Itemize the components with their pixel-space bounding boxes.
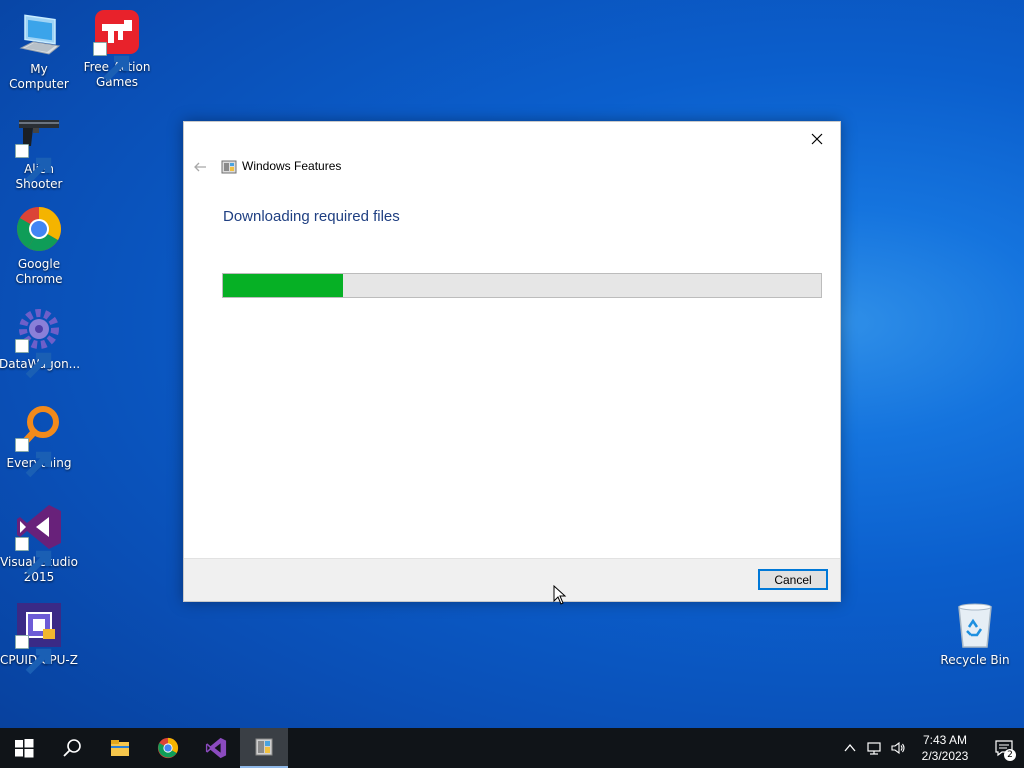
desktop-icon-google-chrome[interactable]: Google Chrome (0, 205, 79, 287)
chevron-up-icon (844, 743, 856, 752)
shortcut-arrow-icon (15, 537, 52, 577)
cancel-button[interactable]: Cancel (758, 569, 828, 590)
shortcut-arrow-icon (15, 339, 52, 379)
back-button[interactable] (192, 159, 208, 175)
windows-features-dialog: Windows Features Downloading required fi… (183, 121, 841, 602)
close-icon (811, 133, 823, 145)
taskbar-windows-features[interactable] (240, 728, 288, 768)
shortcut-arrow-icon (15, 438, 52, 478)
start-button[interactable] (0, 728, 48, 768)
desktop-icon-everything[interactable]: Everything (0, 404, 79, 478)
progress-fill (223, 274, 343, 297)
back-arrow-icon (194, 162, 206, 172)
pistol-icon (15, 110, 63, 184)
volume-button[interactable] (886, 728, 910, 768)
taskbar-clock[interactable]: 7:43 AM 2/3/2023 (914, 732, 976, 764)
volume-icon (891, 741, 905, 755)
taskbar-search-button[interactable] (48, 728, 96, 768)
magnifier-icon (15, 404, 63, 478)
dialog-title: Windows Features (242, 159, 342, 173)
desktop-icon-my-computer[interactable]: My Computer (0, 10, 79, 92)
desktop-icon-free-action-games[interactable]: Free Action Games (77, 8, 157, 90)
taskbar-chrome[interactable] (144, 728, 192, 768)
notification-count-badge: 2 (1004, 749, 1016, 761)
cpu-icon (15, 601, 63, 675)
desktop-icon-recycle-bin[interactable]: Recycle Bin (935, 601, 1015, 668)
network-button[interactable] (862, 728, 886, 768)
desktop-icon-datawagon[interactable]: DataWagon... (0, 305, 80, 379)
windows-features-icon (255, 738, 273, 756)
taskbar-file-explorer[interactable] (96, 728, 144, 768)
computer-icon (15, 10, 63, 58)
close-button[interactable] (802, 126, 832, 152)
desktop-icon-label: My Computer (9, 62, 69, 91)
gun-game-icon (93, 8, 141, 82)
desktop-icon-alien-shooter[interactable]: Alien Shooter (0, 110, 79, 192)
system-tray: 7:43 AM 2/3/2023 2 (838, 728, 1024, 768)
visual-studio-icon (205, 737, 227, 759)
network-icon (867, 742, 881, 755)
chrome-icon (15, 205, 63, 253)
dialog-footer: Cancel (184, 558, 840, 601)
status-heading: Downloading required files (223, 208, 400, 225)
shortcut-arrow-icon (15, 635, 52, 675)
action-center-button[interactable]: 2 (984, 728, 1024, 768)
visual-studio-icon (15, 503, 63, 577)
gear-icon (15, 305, 63, 379)
clock-time: 7:43 AM (922, 733, 968, 747)
chrome-icon (157, 737, 179, 759)
desktop-icon-label: Recycle Bin (940, 653, 1010, 667)
file-explorer-icon (111, 740, 129, 756)
show-hidden-icons-button[interactable] (838, 728, 862, 768)
clock-date: 2/3/2023 (921, 749, 969, 763)
shortcut-arrow-icon (15, 144, 52, 184)
mouse-cursor-icon (553, 584, 567, 605)
download-progress-bar (222, 273, 822, 298)
start-icon (15, 739, 34, 758)
search-icon (63, 739, 81, 757)
shortcut-arrow-icon (93, 42, 130, 82)
windows-features-icon (221, 159, 237, 175)
desktop-icon-cpuid-cpu-z[interactable]: CPUID CPU-Z (0, 601, 79, 675)
recycle-bin-icon (951, 601, 999, 649)
taskbar: 7:43 AM 2/3/2023 2 (0, 728, 1024, 768)
desktop-icon-label: Google Chrome (15, 257, 63, 286)
taskbar-visual-studio[interactable] (192, 728, 240, 768)
desktop-icon-visual-studio-2015[interactable]: Visual Studio 2015 (0, 503, 79, 585)
